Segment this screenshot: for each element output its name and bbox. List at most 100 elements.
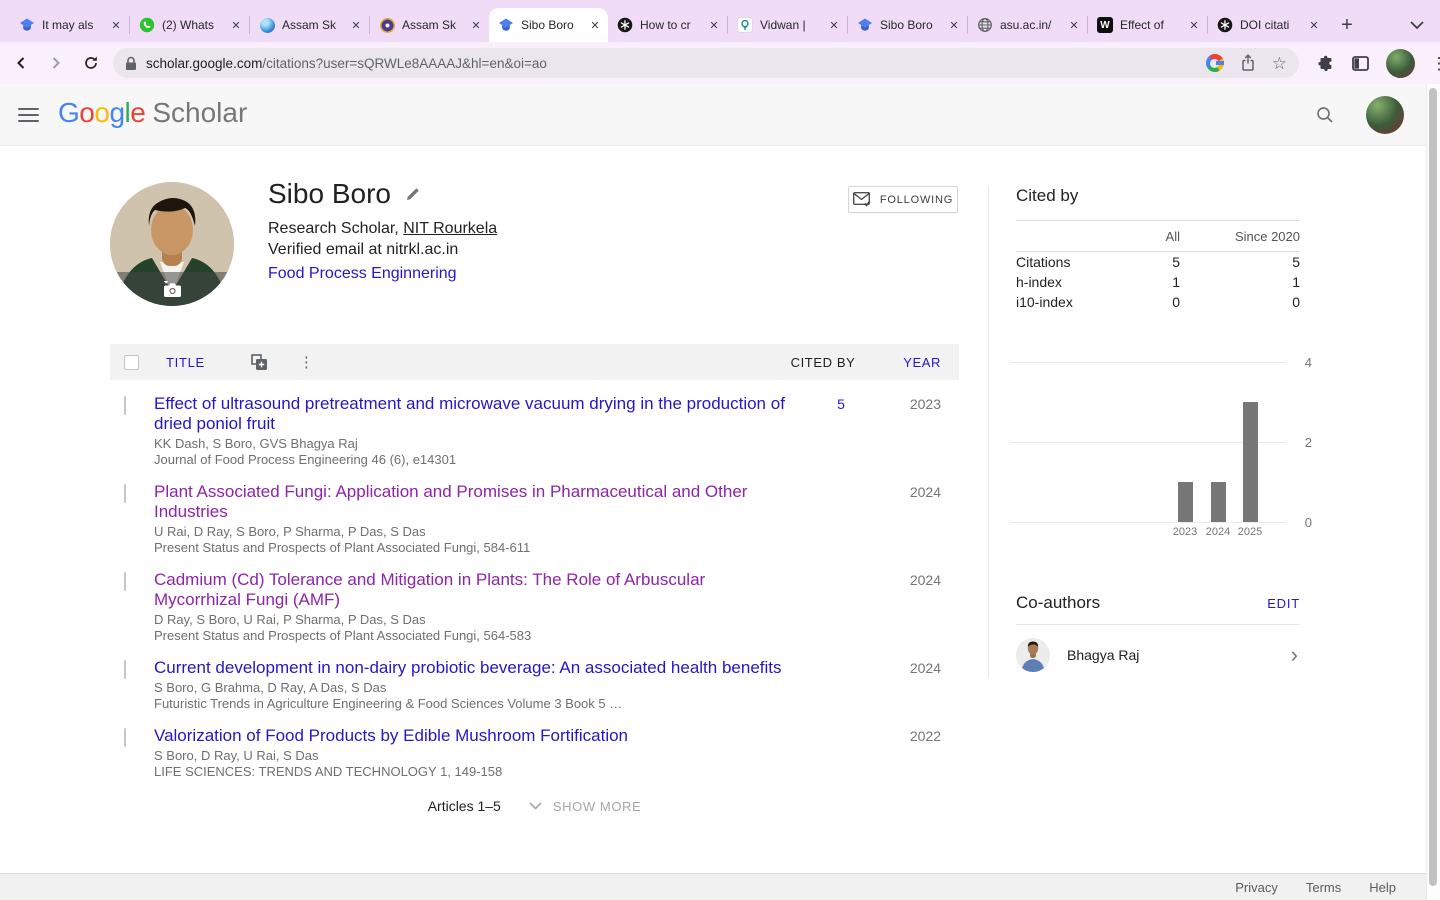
tab-close-icon[interactable]: ✕ <box>826 17 842 33</box>
metric-label[interactable]: h-index <box>1016 274 1120 290</box>
tab-label: (2) Whats <box>162 18 225 32</box>
swirl-icon <box>259 17 275 33</box>
sort-by-year-link[interactable]: YEAR <box>865 355 959 370</box>
article-cited-count[interactable]: 5 <box>799 394 883 468</box>
tab-close-icon[interactable]: ✕ <box>348 17 364 33</box>
tab-close-icon[interactable]: ✕ <box>1306 17 1322 33</box>
coauthor-row[interactable]: Bhagya Raj › <box>1016 638 1300 672</box>
forward-icon[interactable] <box>42 49 70 77</box>
whatsapp-icon <box>139 17 155 33</box>
article-cited-count[interactable] <box>799 726 883 780</box>
back-icon[interactable] <box>7 49 35 77</box>
tab-label: asu.ac.in/ <box>1000 18 1063 32</box>
metric-all: 0 <box>1120 294 1180 310</box>
footer-help-link[interactable]: Help <box>1369 880 1396 895</box>
article-title-link[interactable]: Plant Associated Fungi: Application and … <box>154 482 794 522</box>
tab-doi-citation[interactable]: DOI citati ✕ <box>1208 8 1327 42</box>
tab-assam-2[interactable]: Assam Sk ✕ <box>370 8 489 42</box>
sort-by-title-link[interactable]: TITLE <box>166 355 205 370</box>
metric-label[interactable]: i10-index <box>1016 294 1120 310</box>
article-checkbox[interactable] <box>124 660 126 679</box>
coauthors-edit-link[interactable]: EDIT <box>1267 596 1300 611</box>
article-venue: Journal of Food Process Engineering 46 (… <box>154 452 799 468</box>
article-cited-count[interactable] <box>799 658 883 712</box>
scholar-icon <box>498 17 514 33</box>
address-bar[interactable]: scholar.google.com/citations?user=sQRWLe… <box>113 48 1299 78</box>
footer-terms-link[interactable]: Terms <box>1306 880 1341 895</box>
coauthor-name[interactable]: Bhagya Raj <box>1067 647 1291 663</box>
new-tab-button[interactable]: + <box>1333 11 1361 39</box>
article-cited-count[interactable] <box>799 482 883 556</box>
tab-assam-1[interactable]: Assam Sk ✕ <box>250 8 369 42</box>
logo-letter: e <box>130 97 145 128</box>
merge-articles-icon[interactable] <box>251 354 267 370</box>
cited-by-title[interactable]: Cited by <box>1016 186 1078 206</box>
tab-close-icon[interactable]: ✕ <box>1186 17 1202 33</box>
show-more-button[interactable]: SHOW MORE <box>529 799 641 814</box>
bookmark-star-icon[interactable]: ☆ <box>1272 55 1287 72</box>
coauthor-chevron-icon[interactable]: › <box>1291 642 1300 668</box>
chrome-profile-avatar[interactable] <box>1386 49 1415 78</box>
affiliation-link[interactable]: NIT Rourkela <box>403 220 497 237</box>
side-panel-icon[interactable] <box>1346 49 1374 77</box>
google-g-icon[interactable] <box>1206 54 1224 72</box>
article-cited-count[interactable] <box>799 570 883 644</box>
chart-bar-2023[interactable] <box>1170 482 1200 522</box>
scholar-icon <box>857 17 873 33</box>
article-year: 2024 <box>883 570 959 644</box>
article-title-link[interactable]: Cadmium (Cd) Tolerance and Mitigation in… <box>154 570 794 610</box>
tab-close-icon[interactable]: ✕ <box>228 17 244 33</box>
edit-name-pencil-icon[interactable] <box>405 186 421 202</box>
tab-effect-of[interactable]: W Effect of ✕ <box>1088 8 1207 42</box>
tab-close-icon[interactable]: ✕ <box>706 17 722 33</box>
tab-sibo-boro-2[interactable]: Sibo Boro ✕ <box>848 8 967 42</box>
profile-photo[interactable] <box>110 182 234 306</box>
tab-list-chevron-icon[interactable] <box>1410 16 1424 34</box>
article-checkbox[interactable] <box>124 572 126 591</box>
chart-bar-2024[interactable] <box>1203 482 1233 522</box>
tab-label: Sibo Boro <box>880 18 943 32</box>
share-icon[interactable] <box>1240 54 1256 72</box>
photo-camera-overlay[interactable] <box>110 272 234 306</box>
tab-close-icon[interactable]: ✕ <box>587 17 603 33</box>
scholar-logo[interactable]: GoogleScholar <box>58 97 247 129</box>
chart-bar-2025[interactable] <box>1235 402 1265 522</box>
tab-close-icon[interactable]: ✕ <box>468 17 484 33</box>
tab-it-may-also[interactable]: It may als ✕ <box>10 8 129 42</box>
tab-sibo-boro-active[interactable]: Sibo Boro ✕ <box>489 8 608 42</box>
tab-close-icon[interactable]: ✕ <box>108 17 124 33</box>
tab-whatsapp[interactable]: (2) Whats ✕ <box>130 8 249 42</box>
chrome-menu-icon[interactable]: ⋮ <box>1425 49 1440 77</box>
scrollbar-track[interactable] <box>1426 84 1440 900</box>
following-button[interactable]: FOLLOWING <box>848 186 958 213</box>
scholar-header: GoogleScholar <box>0 84 1440 146</box>
tab-vidwan[interactable]: Vidwan | ✕ <box>728 8 847 42</box>
scholar-account-avatar[interactable] <box>1366 96 1404 134</box>
article-year: 2024 <box>883 482 959 556</box>
search-icon[interactable] <box>1315 105 1335 130</box>
article-checkbox[interactable] <box>124 396 126 415</box>
scrollbar-thumb[interactable] <box>1429 88 1437 886</box>
article-title-link[interactable]: Effect of ultrasound pretreatment and mi… <box>154 394 794 434</box>
hamburger-menu-icon[interactable] <box>18 108 39 122</box>
article-title-link[interactable]: Current development in non-dairy probiot… <box>154 658 794 678</box>
articles-more-icon[interactable]: ⋮ <box>299 353 314 371</box>
article-title-link[interactable]: Valorization of Food Products by Edible … <box>154 726 794 746</box>
profile-name: Sibo Boro <box>268 178 391 210</box>
select-all-checkbox[interactable] <box>124 355 139 370</box>
article-checkbox[interactable] <box>124 728 126 747</box>
tab-how-to-cr[interactable]: How to cr ✕ <box>608 8 727 42</box>
x-tick-label: 2023 <box>1168 526 1202 538</box>
reload-icon[interactable] <box>77 49 105 77</box>
tab-label: DOI citati <box>1240 18 1303 32</box>
tab-close-icon[interactable]: ✕ <box>1066 17 1082 33</box>
metric-label[interactable]: Citations <box>1016 254 1120 270</box>
tab-close-icon[interactable]: ✕ <box>946 17 962 33</box>
tab-asu-ac-in[interactable]: asu.ac.in/ ✕ <box>968 8 1087 42</box>
article-year: 2023 <box>883 394 959 468</box>
extensions-puzzle-icon[interactable] <box>1311 49 1339 77</box>
metric-since: 1 <box>1180 274 1300 290</box>
interest-link[interactable]: Food Process Enginnering <box>268 265 457 283</box>
footer-privacy-link[interactable]: Privacy <box>1235 880 1278 895</box>
article-checkbox[interactable] <box>124 484 126 503</box>
